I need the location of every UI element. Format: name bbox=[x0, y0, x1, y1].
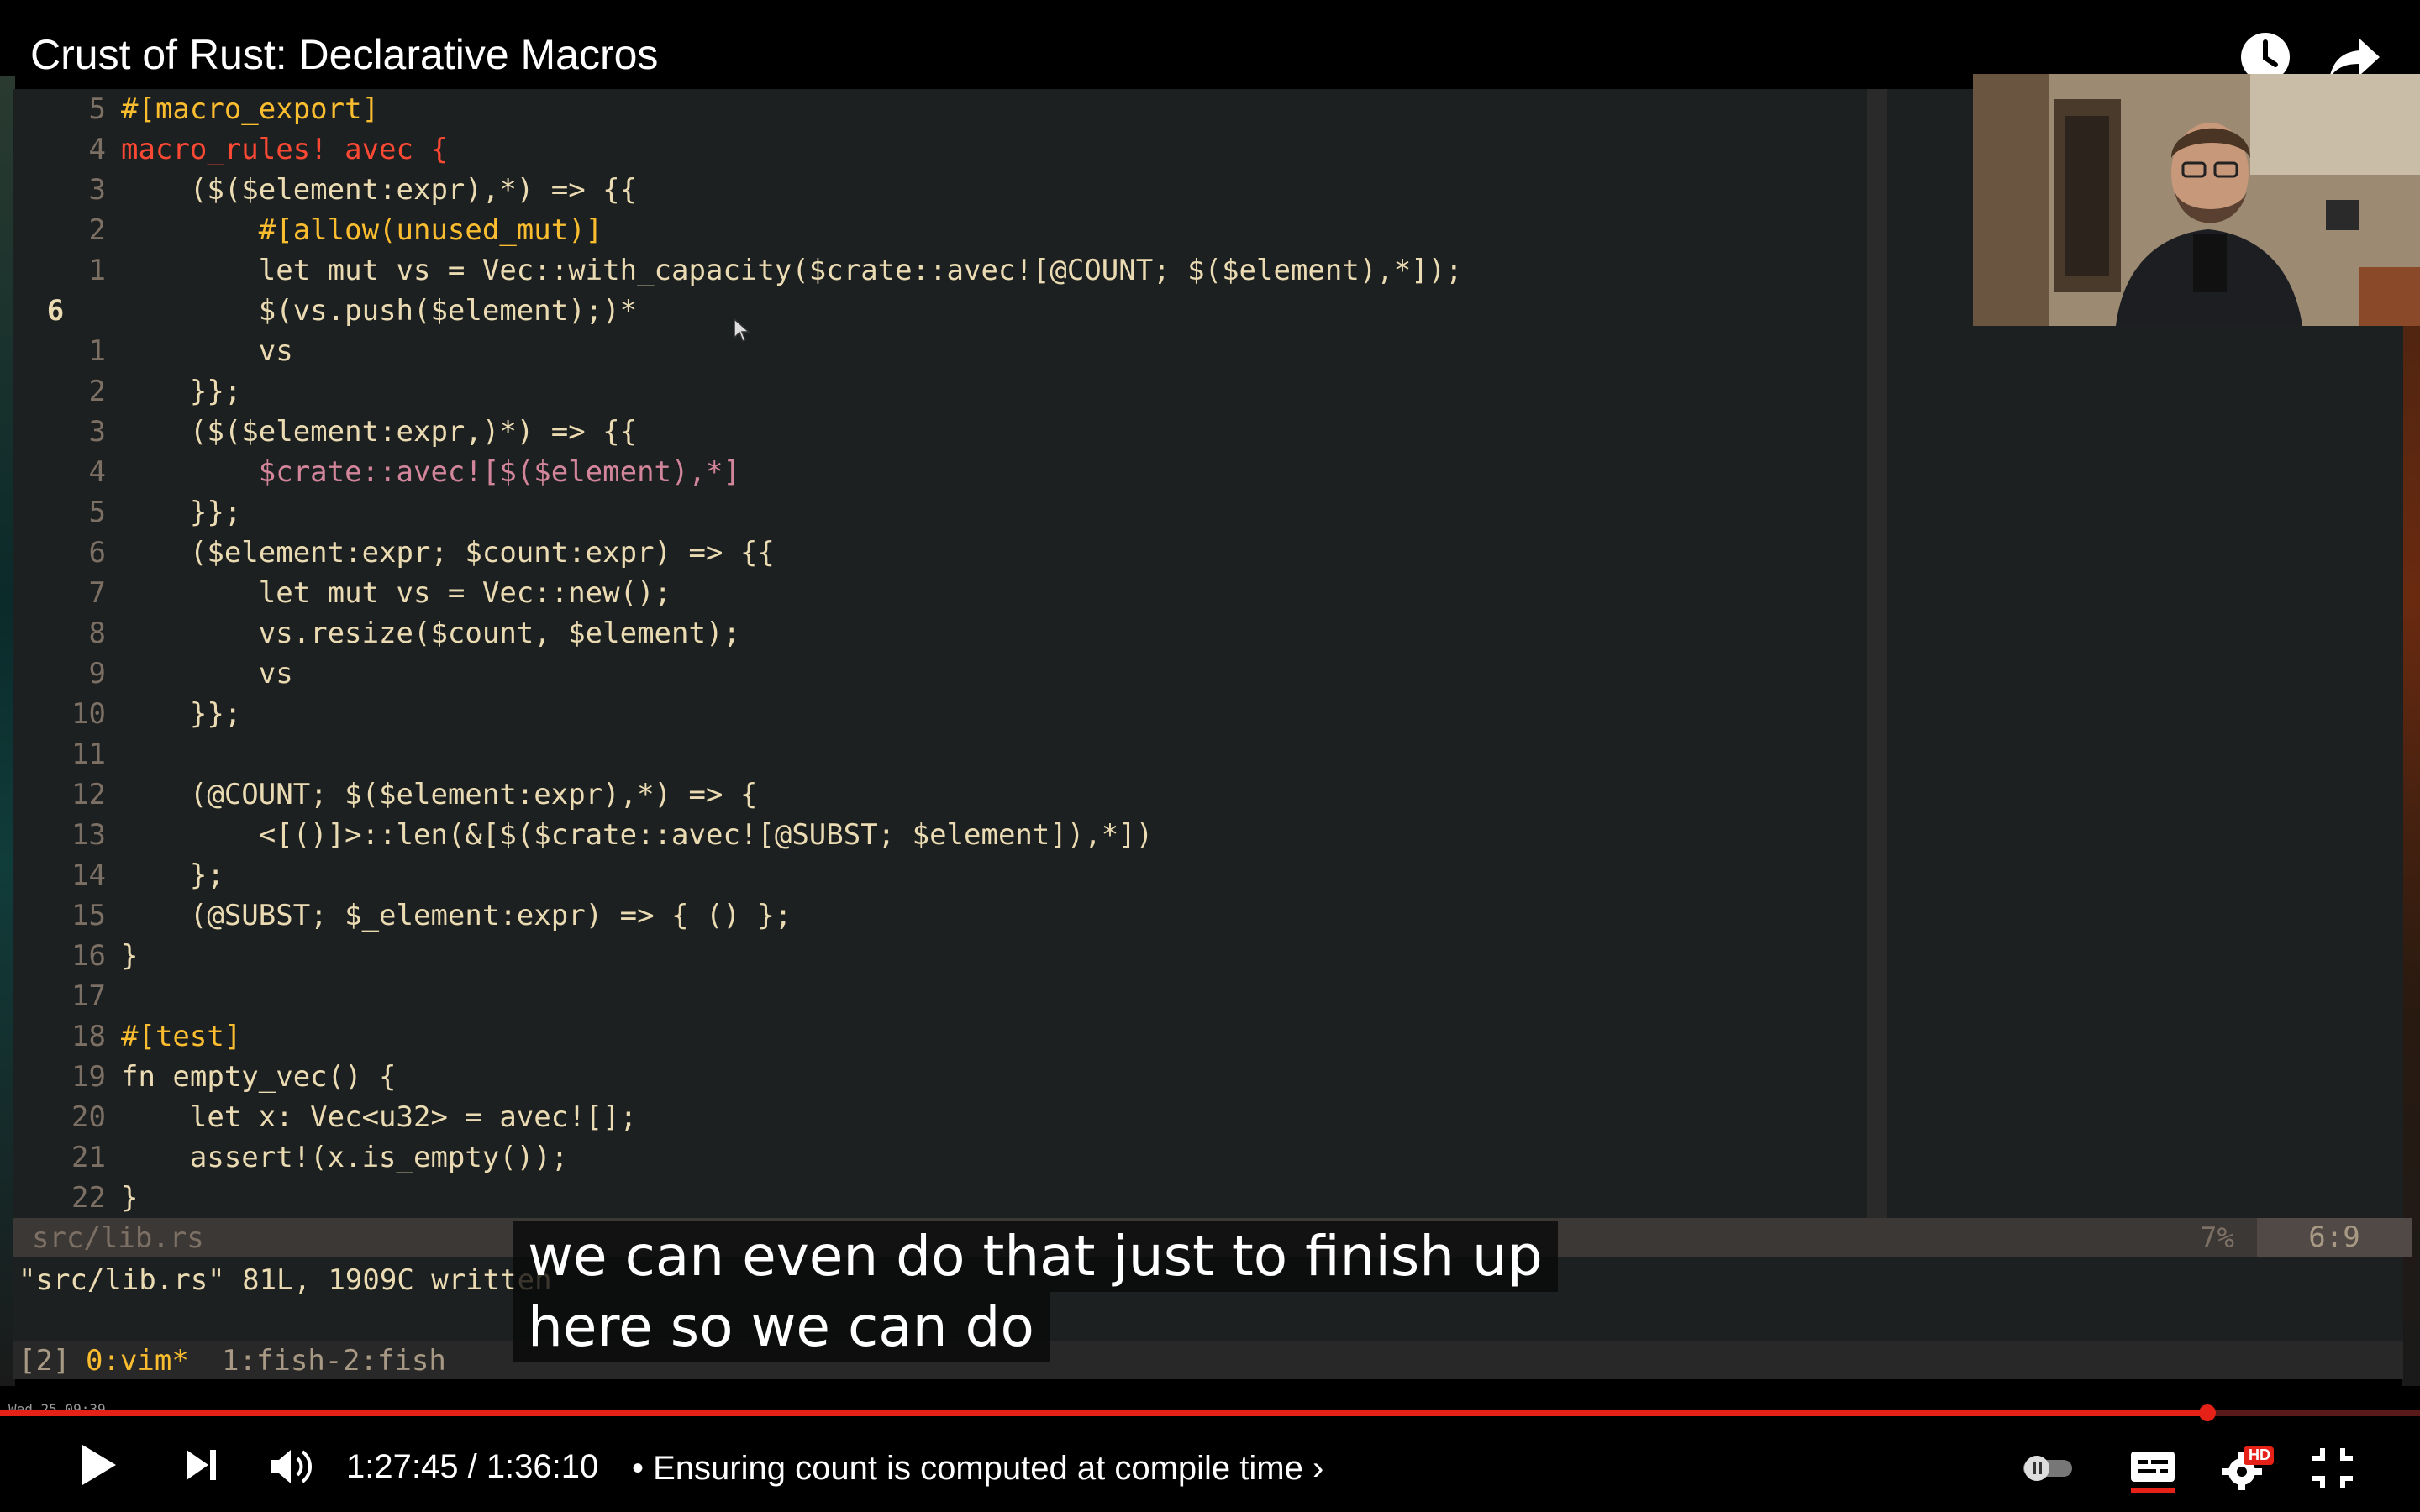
line-number: 2 bbox=[88, 375, 106, 408]
line-number: 1 bbox=[88, 254, 106, 287]
code-line: let x: Vec<u32> = avec![]; bbox=[121, 1100, 638, 1134]
hd-badge: HD bbox=[2249, 1446, 2270, 1463]
code-line: #[allow(unused_mut)] bbox=[121, 213, 603, 247]
webcam-overlay bbox=[1973, 74, 2420, 326]
chapter-title-button[interactable]: • Ensuring count is computed at compile … bbox=[632, 1450, 1323, 1488]
code-line: } bbox=[121, 939, 139, 973]
status-cursor-position: 6:9 bbox=[2257, 1218, 2412, 1257]
line-number: 2 bbox=[88, 213, 106, 247]
next-button[interactable] bbox=[183, 1446, 220, 1488]
line-number: 15 bbox=[71, 899, 106, 932]
code-line: vs bbox=[121, 334, 293, 368]
line-number: 8 bbox=[88, 617, 106, 650]
time-display: 1:27:45 / 1:36:10 bbox=[346, 1448, 598, 1486]
status-percent: 7% bbox=[2200, 1221, 2234, 1255]
progress-scrubber[interactable] bbox=[2199, 1404, 2216, 1421]
line-number: 16 bbox=[71, 939, 106, 973]
code-line: #[macro_export] bbox=[121, 92, 380, 126]
line-number: 5 bbox=[88, 92, 106, 126]
line-number: 21 bbox=[71, 1141, 106, 1174]
tmux-session: [2] bbox=[18, 1344, 71, 1378]
code-line: (@COUNT; $($element:expr),*) => { bbox=[121, 778, 758, 811]
line-number: 11 bbox=[71, 738, 106, 771]
line-number: 18 bbox=[71, 1020, 106, 1053]
line-number: 4 bbox=[88, 133, 106, 166]
command-message: "src/lib.rs" 81L, 1909C written bbox=[18, 1263, 552, 1297]
volume-icon bbox=[271, 1450, 312, 1483]
tmux-statusbar: [2] 0:vim* 1:fish- 2:fish bbox=[13, 1341, 2403, 1379]
code-line: }; bbox=[121, 858, 224, 892]
progress-bar-fill bbox=[0, 1410, 2207, 1416]
captions-icon bbox=[2131, 1452, 2175, 1493]
pane-divider bbox=[1867, 89, 1887, 1218]
code-line: }}; bbox=[121, 375, 242, 408]
subtitle-line-2: here so we can do bbox=[513, 1292, 1050, 1362]
line-number: 20 bbox=[71, 1100, 106, 1134]
current-line-number: 6 bbox=[46, 294, 65, 328]
status-filename: src/lib.rs bbox=[32, 1221, 204, 1255]
code-line: <[()]>::len(&[$($crate::avec![@SUBST; $e… bbox=[121, 818, 1154, 852]
time-total: 1:36:10 bbox=[486, 1448, 599, 1485]
line-number: 1 bbox=[88, 334, 106, 368]
video-title[interactable]: Crust of Rust: Declarative Macros bbox=[30, 30, 658, 79]
line-number: 5 bbox=[88, 496, 106, 529]
line-number: 3 bbox=[88, 415, 106, 449]
code-line: ($($element:expr),*) => {{ bbox=[121, 173, 638, 207]
line-number: 4 bbox=[88, 455, 106, 489]
code-line-current: $(vs.push($element);)* bbox=[121, 294, 638, 328]
code-line: let mut vs = Vec::with_capacity($crate::… bbox=[121, 254, 1463, 287]
code-line: fn empty_vec() { bbox=[121, 1060, 397, 1094]
code-line: (@SUBST; $_element:expr) => { () }; bbox=[121, 899, 792, 932]
line-number: 13 bbox=[71, 818, 106, 852]
tmux-window-0[interactable]: 0:vim* bbox=[86, 1344, 189, 1378]
autoplay-toggle[interactable] bbox=[2020, 1453, 2075, 1488]
mouse-cursor-icon bbox=[734, 318, 750, 342]
line-number: 9 bbox=[88, 657, 106, 690]
line-number: 22 bbox=[71, 1181, 106, 1215]
fullscreen-exit-icon bbox=[2312, 1448, 2353, 1488]
time-separator: / bbox=[458, 1448, 487, 1485]
line-number: 12 bbox=[71, 778, 106, 811]
tmux-window-1[interactable]: 1:fish- bbox=[222, 1344, 342, 1378]
code-line: vs bbox=[121, 657, 293, 690]
autoplay-toggle-icon bbox=[2023, 1456, 2072, 1481]
time-current: 1:27:45 bbox=[346, 1448, 459, 1485]
volume-button[interactable] bbox=[267, 1446, 314, 1491]
subtitle-line-1: we can even do that just to finish up bbox=[513, 1221, 1558, 1292]
code-line: macro_rules! avec { bbox=[121, 133, 448, 166]
line-number: 6 bbox=[88, 536, 106, 570]
line-number: 3 bbox=[88, 173, 106, 207]
code-line: assert!(x.is_empty()); bbox=[121, 1141, 569, 1174]
fullscreen-exit-button[interactable] bbox=[2311, 1446, 2354, 1494]
line-number: 10 bbox=[71, 697, 106, 731]
code-line: let mut vs = Vec::new(); bbox=[121, 576, 672, 610]
code-line: ($element:expr; $count:expr) => {{ bbox=[121, 536, 775, 570]
line-number: 14 bbox=[71, 858, 106, 892]
code-line: vs.resize($count, $element); bbox=[121, 617, 740, 650]
settings-button[interactable]: HD bbox=[2220, 1445, 2275, 1496]
line-number: 17 bbox=[71, 979, 106, 1013]
skip-next-icon bbox=[187, 1450, 216, 1480]
line-number: 19 bbox=[71, 1060, 106, 1094]
code-line: } bbox=[121, 1181, 139, 1215]
line-number: 7 bbox=[88, 576, 106, 610]
code-line: }}; bbox=[121, 697, 242, 731]
play-button[interactable] bbox=[77, 1441, 119, 1493]
play-icon bbox=[82, 1445, 116, 1485]
tmux-window-2[interactable]: 2:fish bbox=[343, 1344, 446, 1378]
code-line: $crate::avec![$($element),*] bbox=[121, 455, 740, 489]
code-line: }}; bbox=[121, 496, 242, 529]
code-line: ($($element:expr,)*) => {{ bbox=[121, 415, 638, 449]
code-line: #[test] bbox=[121, 1020, 242, 1053]
captions-button[interactable] bbox=[2129, 1446, 2176, 1498]
